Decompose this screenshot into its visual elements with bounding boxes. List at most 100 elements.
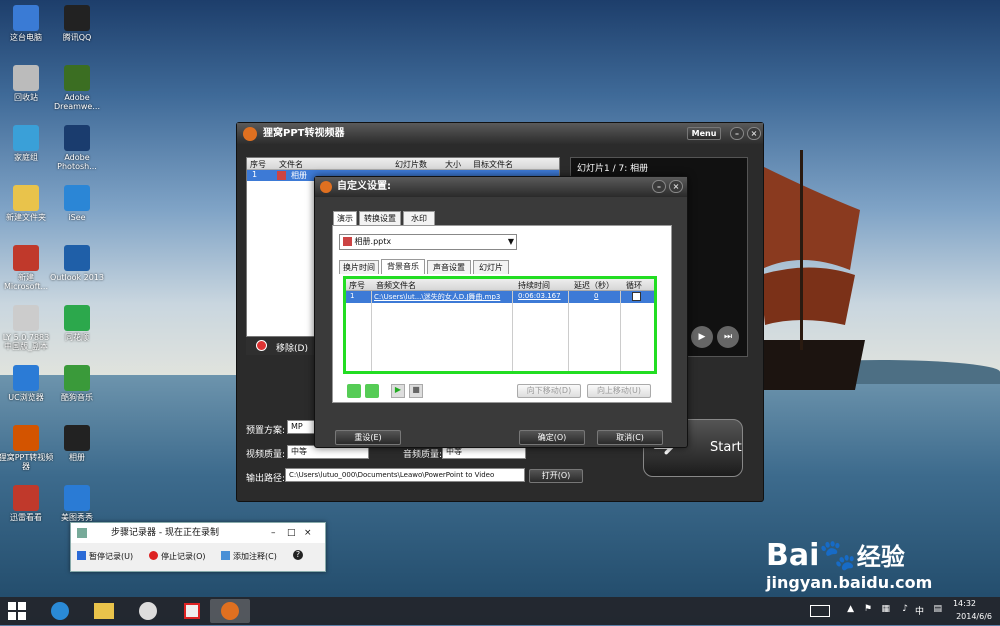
dialog-minimize-button[interactable]: – bbox=[652, 180, 666, 193]
clock-time[interactable]: 14:32 bbox=[953, 599, 976, 608]
desktop-icon[interactable]: 酷狗音乐 bbox=[49, 365, 105, 402]
help-button[interactable]: ? bbox=[293, 550, 303, 560]
desktop-icon-label: 新建 Microsoft... bbox=[3, 273, 49, 291]
ie-icon[interactable] bbox=[40, 599, 80, 623]
desktop-icon-image bbox=[13, 425, 39, 451]
subtab-bg-music[interactable]: 背景音乐 bbox=[381, 259, 425, 274]
desktop-icon-image bbox=[64, 305, 90, 331]
desktop-icon[interactable]: 新建 Microsoft... bbox=[0, 245, 54, 291]
file-list-header: 序号 文件名 幻灯片数 大小 目标文件名 bbox=[247, 158, 559, 170]
desktop-icon[interactable]: 这台电脑 bbox=[0, 5, 54, 42]
subtab-slide-time[interactable]: 换片时间 bbox=[339, 260, 379, 274]
desktop-icon-label: UC浏览器 bbox=[8, 393, 44, 402]
input-mode-icon[interactable]: ▤ bbox=[933, 604, 942, 614]
desktop-icon[interactable]: 迅雷看看 bbox=[0, 485, 54, 522]
remove-button[interactable]: 移除(D) bbox=[276, 341, 308, 354]
tab-conversion[interactable]: 转换设置 bbox=[359, 211, 401, 225]
start-label: Start bbox=[710, 440, 742, 455]
paint-icon[interactable] bbox=[128, 599, 168, 623]
add-comment-button[interactable]: 添加注释(C) bbox=[233, 551, 277, 562]
loop-checkbox[interactable] bbox=[632, 292, 641, 301]
clock-date[interactable]: 2014/6/6 bbox=[956, 612, 992, 621]
add-music-icon[interactable] bbox=[347, 384, 361, 398]
desktop-icon[interactable]: 同花顺 bbox=[49, 305, 105, 342]
main-title-bar[interactable]: 狸窝PPT转视频器 Menu – × bbox=[237, 123, 763, 145]
ok-button[interactable]: 确定(O) bbox=[519, 430, 585, 445]
arrow-up-icon[interactable]: ▲ bbox=[847, 604, 854, 614]
subtab-slides[interactable]: 幻灯片 bbox=[473, 260, 509, 274]
music-row-file[interactable]: C:\Users\lut...\迷失的女人D.J舞曲.mp3 bbox=[374, 292, 500, 302]
keyboard-icon[interactable] bbox=[810, 605, 830, 617]
remove-icon[interactable] bbox=[256, 340, 267, 351]
move-down-button[interactable]: 向下移动(D) bbox=[517, 384, 581, 398]
next-icon[interactable]: ⏭ bbox=[717, 326, 739, 348]
desktop-icon-label: 新建文件夹 bbox=[6, 213, 46, 222]
cancel-button[interactable]: 取消(C) bbox=[597, 430, 663, 445]
steps-recorder-task-icon[interactable] bbox=[172, 599, 212, 623]
desktop-icon[interactable]: iSee bbox=[49, 185, 105, 222]
start-windows-icon[interactable] bbox=[2, 599, 32, 623]
tab-presentation[interactable]: 演示 bbox=[333, 211, 357, 226]
desktop-icon[interactable]: Adobe Photosh... bbox=[49, 125, 105, 171]
reset-button[interactable]: 重设(E) bbox=[335, 430, 401, 445]
ime-indicator[interactable]: 中 bbox=[915, 604, 924, 617]
explorer-icon[interactable] bbox=[84, 599, 124, 623]
desktop-icon[interactable]: 狸窝PPT转视频器 bbox=[0, 425, 54, 471]
steps-title-bar[interactable]: 步骤记录器 - 现在正在录制 – □ × bbox=[71, 523, 325, 543]
ppt-video-task-icon[interactable] bbox=[210, 599, 250, 623]
desktop-icon-label: Adobe Photosh... bbox=[57, 153, 97, 171]
audio-quality-label: 音频质量: bbox=[403, 450, 443, 460]
menu-button[interactable]: Menu bbox=[687, 127, 721, 140]
desktop-icon[interactable]: UC浏览器 bbox=[0, 365, 54, 402]
desktop-icon[interactable]: 家庭组 bbox=[0, 125, 54, 162]
desktop-icon[interactable]: Outlook 2013 bbox=[49, 245, 105, 282]
close-button[interactable]: × bbox=[747, 127, 761, 140]
steps-toolbar: 暂停记录(U) 停止记录(O) 添加注释(C) ? bbox=[71, 543, 325, 571]
pause-button[interactable]: 暂停记录(U) bbox=[89, 551, 133, 562]
desktop-icon[interactable]: 新建文件夹 bbox=[0, 185, 54, 222]
music-row[interactable]: 1 C:\Users\lut...\迷失的女人D.J舞曲.mp3 0:06:03… bbox=[346, 291, 654, 303]
output-path-field[interactable]: C:\Users\lutuo_000\Documents\Leawo\Power… bbox=[285, 468, 525, 482]
steps-close-icon[interactable]: × bbox=[304, 523, 312, 543]
remove-music-icon[interactable] bbox=[365, 384, 379, 398]
music-table[interactable]: 序号 音频文件名 持续时间 延迟（秒） 循环 1 C:\Users\lut...… bbox=[343, 276, 657, 374]
preset-select[interactable]: MP bbox=[287, 420, 317, 434]
dialog-title-bar[interactable]: 自定义设置: – × bbox=[315, 177, 687, 197]
baidu-url: jingyan.baidu.com bbox=[766, 573, 933, 592]
desktop-icon-label: iSee bbox=[68, 213, 86, 222]
desktop-icon-image bbox=[13, 5, 39, 31]
tab-watermark[interactable]: 水印 bbox=[403, 211, 435, 225]
dialog-close-button[interactable]: × bbox=[669, 180, 683, 193]
desktop-icon[interactable]: 相册 bbox=[49, 425, 105, 462]
chevron-down-icon[interactable]: ▼ bbox=[508, 235, 514, 249]
stop-button[interactable]: 停止记录(O) bbox=[161, 551, 206, 562]
move-up-button[interactable]: 向上移动(U) bbox=[587, 384, 651, 398]
minimize-button[interactable]: – bbox=[730, 127, 744, 140]
desktop-icon[interactable]: LY 5.0.7883 中国版_副本 bbox=[0, 305, 54, 351]
custom-settings-dialog: 自定义设置: – × 演示 转换设置 水印 相册.pptx ▼ 换片时间 背景音… bbox=[314, 176, 688, 448]
network-icon[interactable]: ▦ bbox=[881, 604, 890, 614]
dialog-content: 相册.pptx ▼ 换片时间 背景音乐 声音设置 幻灯片 序号 音频文件名 持续… bbox=[332, 225, 672, 403]
steps-title: 步骤记录器 - 现在正在录制 bbox=[111, 528, 219, 538]
steps-maximize-icon[interactable]: □ bbox=[287, 523, 296, 543]
desktop-icon-image bbox=[13, 245, 39, 271]
steps-minimize-icon[interactable]: – bbox=[271, 523, 276, 543]
play-music-icon[interactable]: ▶ bbox=[391, 384, 405, 398]
dialog-title: 自定义设置: bbox=[337, 181, 391, 192]
desktop-icon[interactable]: Adobe Dreamwe... bbox=[49, 65, 105, 111]
music-row-delay[interactable]: 0 bbox=[594, 292, 598, 300]
volume-icon[interactable]: ♪ bbox=[902, 604, 908, 614]
flag-icon[interactable]: ⚑ bbox=[864, 604, 872, 614]
desktop-icon-image bbox=[64, 245, 90, 271]
desktop-icon[interactable]: 美图秀秀 bbox=[49, 485, 105, 522]
subtab-sound[interactable]: 声音设置 bbox=[427, 260, 471, 274]
desktop-icon[interactable]: 回收站 bbox=[0, 65, 54, 102]
desktop-icon-image bbox=[64, 65, 90, 91]
play-icon[interactable]: ▶ bbox=[691, 326, 713, 348]
stop-music-icon[interactable]: ■ bbox=[409, 384, 423, 398]
col-index: 序号 bbox=[250, 160, 266, 169]
desktop-icon[interactable]: 腾讯QQ bbox=[49, 5, 105, 42]
desktop-icon-label: 迅雷看看 bbox=[10, 513, 42, 522]
open-button[interactable]: 打开(O) bbox=[529, 469, 583, 483]
file-select[interactable]: 相册.pptx ▼ bbox=[339, 234, 517, 250]
